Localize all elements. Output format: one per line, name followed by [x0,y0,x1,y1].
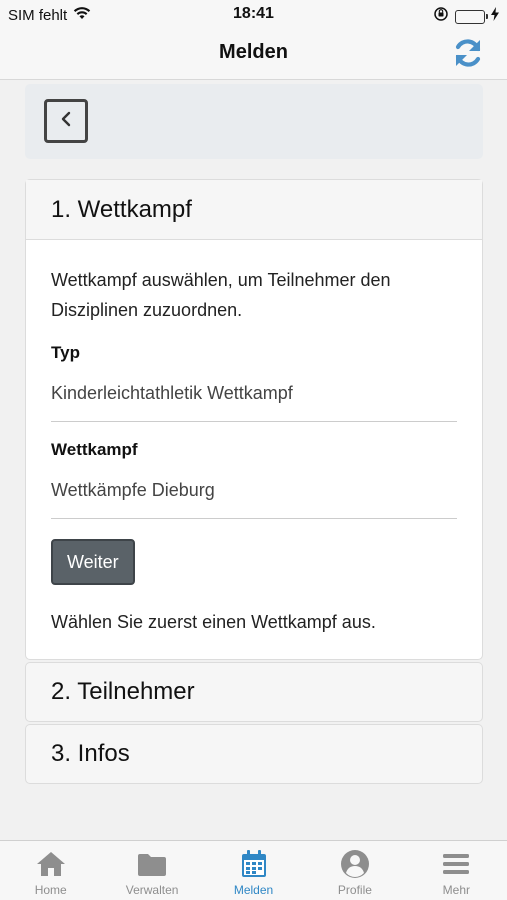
main-content: 1. Wettkampf Wettkampf auswählen, um Tei… [25,84,483,784]
weiter-button[interactable]: Weiter [51,539,135,585]
tab-melden[interactable]: Melden [203,841,304,900]
back-button[interactable] [44,99,88,143]
step-body-wettkampf: Wettkampf auswählen, um Teilnehmer den D… [26,240,482,659]
tab-label-home: Home [34,883,67,897]
back-bar [25,84,483,159]
status-right [433,6,499,27]
battery-icon [455,9,488,24]
step-card-wettkampf: 1. Wettkampf Wettkampf auswählen, um Tei… [25,179,483,660]
tab-mehr[interactable]: Mehr [406,841,507,900]
calendar-icon [237,849,271,879]
typ-select[interactable]: Kinderleichtathletik Wettkampf [51,363,457,422]
step-header-wettkampf[interactable]: 1. Wettkampf [26,180,482,240]
status-time: 18:41 [233,5,274,22]
step-header-teilnehmer[interactable]: 2. Teilnehmer [25,662,483,722]
tab-verwalten[interactable]: Verwalten [101,841,202,900]
tab-label-melden: Melden [233,883,274,897]
charging-icon [491,7,499,26]
wettkampf-label: Wettkampf [51,440,138,459]
menu-icon [439,849,473,879]
step-header-infos[interactable]: 3. Infos [25,724,483,784]
nav-bar: Melden [0,28,507,80]
tab-label-verwalten: Verwalten [125,883,179,897]
refresh-icon[interactable] [451,36,485,70]
chevron-left-icon [59,110,73,133]
tab-label-profile: Profile [337,883,372,897]
page-title: Melden [219,41,288,63]
folder-icon [135,849,169,879]
wettkampf-select[interactable]: Wettkämpfe Dieburg [51,460,457,519]
hint-text: Wählen Sie zuerst einen Wettkampf aus. [51,612,376,632]
step-description: Wettkampf auswählen, um Teilnehmer den D… [51,270,391,320]
tab-profile[interactable]: Profile [304,841,405,900]
typ-label: Typ [51,343,80,362]
home-icon [34,849,68,879]
tab-label-mehr: Mehr [442,883,470,897]
orientation-lock-icon [433,6,449,27]
status-bar: SIM fehlt 18:41 [0,0,507,28]
tab-home[interactable]: Home [0,841,101,900]
user-circle-icon [338,849,372,879]
tab-bar: Home Verwalten Melden Profile Mehr [0,840,507,900]
